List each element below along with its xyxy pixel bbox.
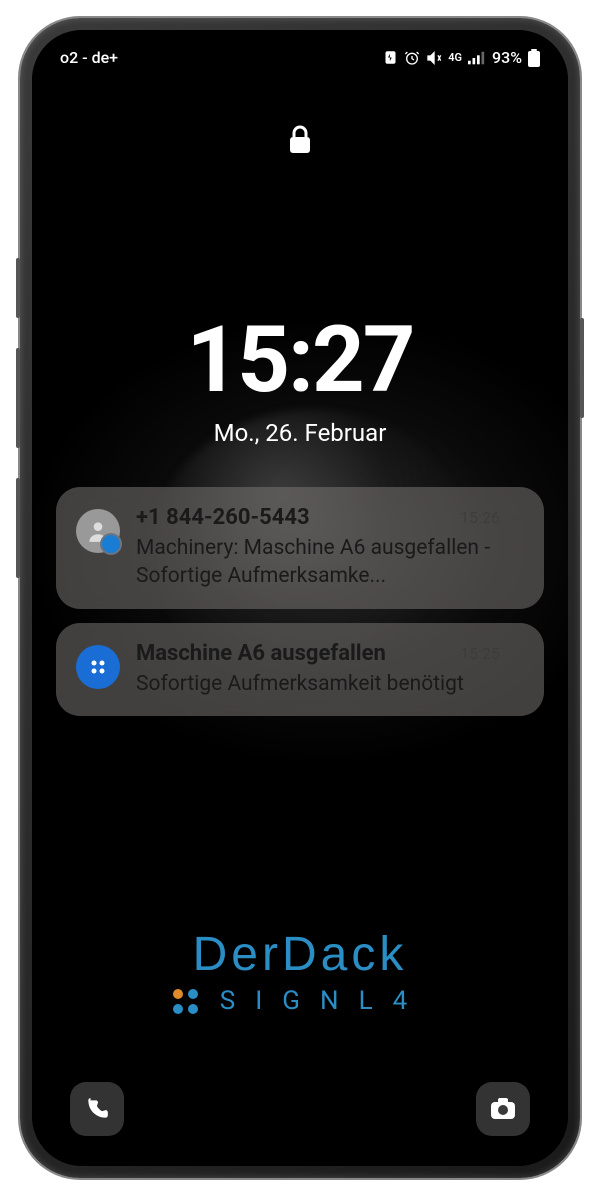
notifications-list: +1 844-260-5443 15:26 Machinery: Maschin… <box>56 487 544 716</box>
brand-logo: DerDack SIGNL4 <box>32 927 568 1016</box>
clock-date: Mo., 26. Februar <box>32 419 568 447</box>
carrier-label: o2 - de+ <box>60 48 118 67</box>
phone-shortcut[interactable] <box>70 1082 124 1136</box>
chevron-down-icon[interactable] <box>506 508 524 527</box>
app-icon <box>76 645 120 689</box>
battery-saver-icon <box>383 50 398 65</box>
notification-body: Machinery: Maschine A6 ausgefallen - Sof… <box>136 534 524 591</box>
notification-title: Maschine A6 ausgefallen <box>136 641 386 666</box>
signal-icon <box>468 51 486 65</box>
contact-icon <box>76 509 120 553</box>
phone-side-buttons-right <box>580 318 584 448</box>
lock-icon <box>32 125 568 155</box>
alarm-icon <box>404 50 420 66</box>
battery-icon <box>528 49 540 67</box>
status-bar: o2 - de+ 4G 93% <box>32 30 568 75</box>
notification-time: 15:25 <box>460 644 500 663</box>
battery-percent: 93% <box>492 48 522 67</box>
phone-frame: o2 - de+ 4G 93% <box>20 18 580 1178</box>
notification-time: 15:26 <box>460 508 500 527</box>
mute-icon <box>426 50 442 66</box>
phone-side-buttons-left <box>16 258 20 608</box>
notification-body: Sofortige Aufmerksamkeit benötigt <box>136 670 524 698</box>
bottom-shortcuts <box>32 1082 568 1136</box>
brand-sub: SIGNL4 <box>32 986 568 1016</box>
lock-screen[interactable]: o2 - de+ 4G 93% <box>32 30 568 1166</box>
brand-main: DerDack <box>32 927 568 982</box>
clock-area: 15:27 Mo., 26. Februar <box>32 315 568 447</box>
notification-item[interactable]: +1 844-260-5443 15:26 Machinery: Maschin… <box>56 487 544 609</box>
network-type: 4G <box>448 51 462 64</box>
notification-item[interactable]: Maschine A6 ausgefallen 15:25 Sofortige … <box>56 623 544 716</box>
clock-time: 15:27 <box>32 315 568 407</box>
camera-shortcut[interactable] <box>476 1082 530 1136</box>
notification-title: +1 844-260-5443 <box>136 505 310 530</box>
chevron-down-icon[interactable] <box>506 644 524 663</box>
